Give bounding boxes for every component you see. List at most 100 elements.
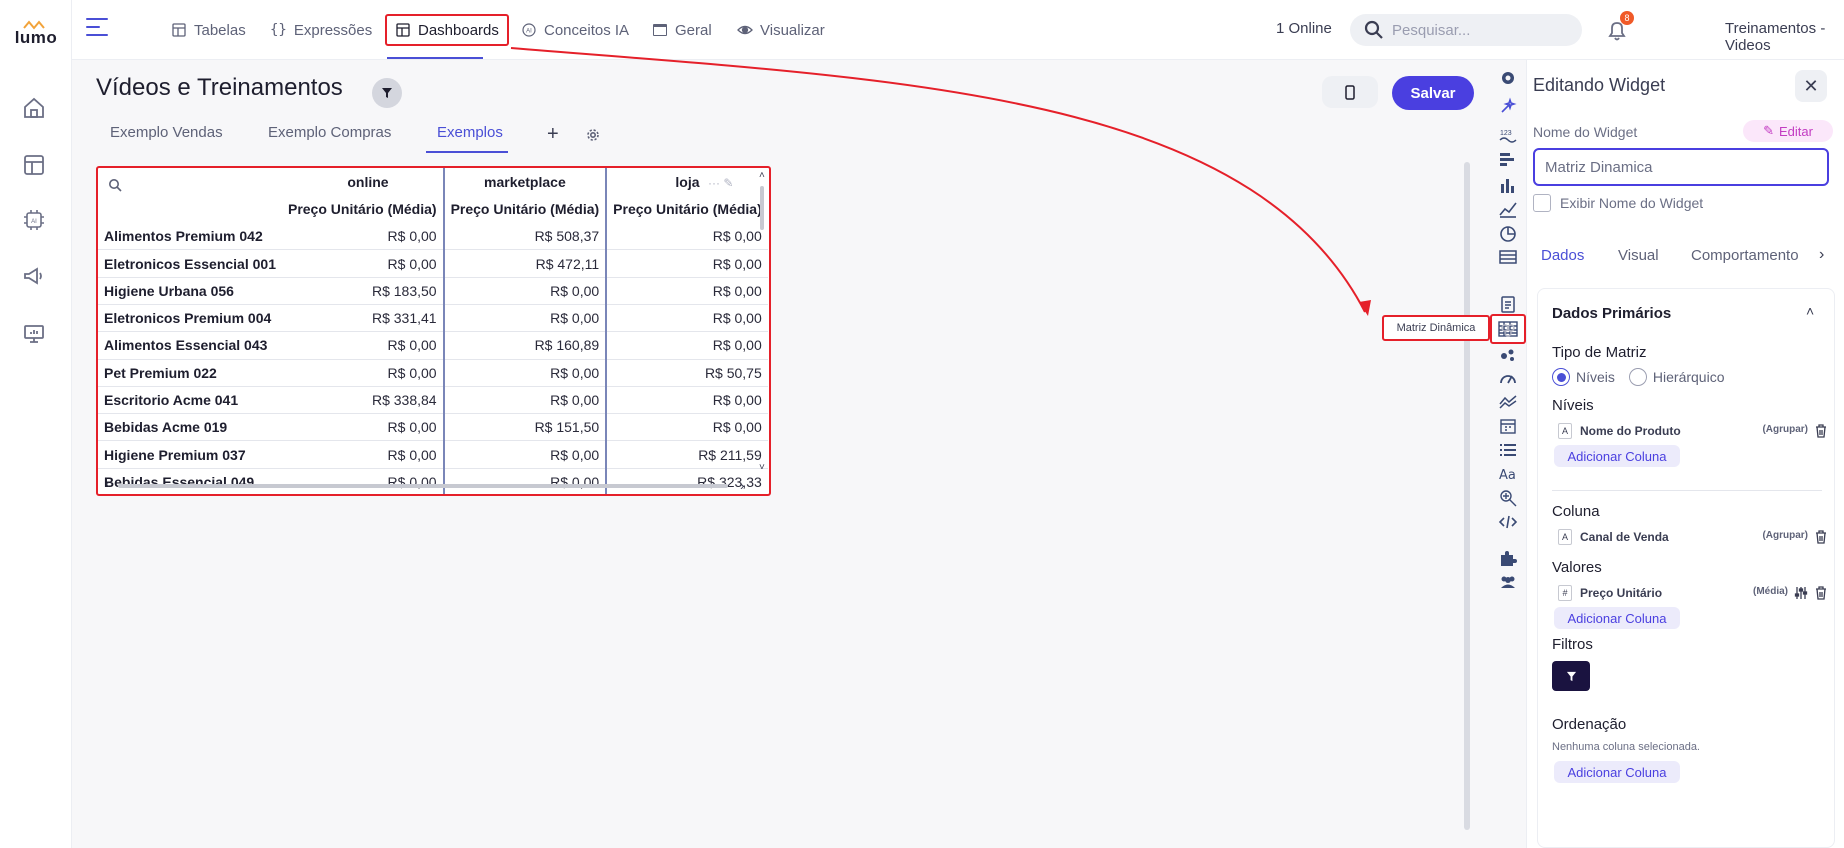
trash-icon[interactable] <box>1814 586 1828 600</box>
tab-dados[interactable]: Dados <box>1541 247 1584 264</box>
ai-chip-icon[interactable]: AI <box>22 208 46 232</box>
map-icon[interactable] <box>1498 488 1518 508</box>
measure-header[interactable]: Preço Unitário (Média) <box>282 195 444 222</box>
scroll-down-icon[interactable]: ˅ <box>759 462 765 473</box>
edit-name-button[interactable]: ✎ Editar <box>1743 120 1833 142</box>
close-icon[interactable]: ✕ <box>1795 70 1827 102</box>
level-field-row[interactable]: A Nome do Produto (Agrupar) <box>1558 423 1828 441</box>
field-aggregation[interactable]: (Média) <box>1753 586 1788 597</box>
search-box[interactable] <box>1350 14 1582 46</box>
save-button[interactable]: Salvar <box>1392 76 1474 110</box>
gear-icon[interactable] <box>586 128 600 142</box>
presentation-icon[interactable] <box>22 322 46 346</box>
add-filter-button[interactable] <box>1552 661 1590 691</box>
code-icon[interactable] <box>1498 512 1518 532</box>
people-cluster-icon[interactable] <box>1498 319 1518 339</box>
show-name-checkbox[interactable] <box>1533 194 1551 212</box>
horizontal-scroll-thumb[interactable] <box>118 484 728 488</box>
chevron-up-icon[interactable]: ˄ <box>1806 303 1814 319</box>
gauge-icon[interactable] <box>1498 368 1518 388</box>
column-group-header[interactable]: online <box>282 168 444 195</box>
filter-icon <box>1566 671 1576 681</box>
sliders-icon[interactable] <box>1794 586 1808 600</box>
add-value-column-button[interactable]: Adicionar Coluna <box>1554 607 1680 629</box>
trash-icon[interactable] <box>1814 424 1828 438</box>
column-group-header[interactable]: loja <box>605 168 768 196</box>
nav-expressoes[interactable]: {} Expressões <box>262 14 380 46</box>
levels-label: Níveis <box>1552 397 1594 414</box>
scroll-right-icon[interactable]: › <box>740 478 744 493</box>
app-logo[interactable]: lumo <box>12 28 60 48</box>
puzzle-icon[interactable] <box>1498 548 1518 568</box>
workspace-name[interactable]: Treinamentos - Videos <box>1725 20 1844 54</box>
window-icon <box>653 24 667 36</box>
show-name-checkbox-row[interactable]: Exibir Nome do Widget <box>1533 194 1703 212</box>
tab-comportamento[interactable]: Comportamento <box>1691 247 1799 264</box>
radio-niveis[interactable] <box>1552 368 1570 386</box>
column-field-row[interactable]: A Canal de Venda (Agrupar) <box>1558 529 1828 547</box>
bar-horizontal-icon[interactable] <box>1498 150 1518 170</box>
filter-icon <box>382 88 392 98</box>
vertical-scroll-thumb[interactable] <box>760 186 764 230</box>
nav-geral[interactable]: Geral <box>644 14 720 46</box>
value-cell: R$ 0,00 <box>442 277 607 305</box>
megaphone-icon[interactable] <box>22 264 46 288</box>
scroll-up-icon[interactable]: ˄ <box>759 170 765 181</box>
field-aggregation[interactable]: (Agrupar) <box>1762 424 1808 435</box>
bar-chart-icon[interactable] <box>1498 175 1518 195</box>
chevron-right-icon[interactable]: › <box>1819 246 1824 264</box>
add-level-column-button[interactable]: Adicionar Coluna <box>1554 445 1680 467</box>
search-icon[interactable] <box>108 178 122 192</box>
widget-name-input[interactable] <box>1533 148 1829 186</box>
widget-actions-icon[interactable]: ··· ✎ <box>708 176 733 190</box>
measure-header[interactable]: Preço Unitário (Média) <box>442 195 607 223</box>
ai-sparkle-icon[interactable] <box>1498 96 1518 116</box>
value-cell: R$ 0,00 <box>442 440 607 469</box>
pie-chart-icon[interactable] <box>1498 224 1518 244</box>
radio-hierarquico-label[interactable]: Hierárquico <box>1653 369 1725 385</box>
svg-text:AI: AI <box>526 29 532 35</box>
dashboard-icon[interactable] <box>22 153 46 177</box>
number-widget-icon[interactable]: 123 <box>1498 126 1518 146</box>
scroll-left-icon[interactable]: ‹ <box>106 479 109 490</box>
scatter-icon[interactable] <box>1498 344 1518 364</box>
table-row: Bebidas Acme 019 R$ 0,00 R$ 151,50 R$ 0,… <box>98 413 768 442</box>
nav-tabelas[interactable]: Tabelas <box>163 14 254 46</box>
nav-conceitos-ia[interactable]: AI Conceitos IA <box>513 14 637 46</box>
value-cell: R$ 151,50 <box>442 413 607 442</box>
calendar-icon[interactable] <box>1498 416 1518 436</box>
value-field-row[interactable]: # Preço Unitário (Média) <box>1558 585 1828 603</box>
dashboard-filter-button[interactable] <box>372 78 402 108</box>
clipboard-icon[interactable] <box>1498 294 1518 314</box>
menu-toggle-icon[interactable] <box>86 18 108 38</box>
text-icon[interactable]: Aa <box>1498 464 1518 484</box>
tab-visual[interactable]: Visual <box>1618 247 1659 264</box>
home-icon[interactable] <box>22 96 46 120</box>
list-icon[interactable] <box>1498 440 1518 460</box>
column-group-header[interactable]: marketplace <box>442 168 607 196</box>
add-tab-icon[interactable]: + <box>547 124 559 144</box>
measure-header[interactable]: Preço Unitário (Média) <box>605 195 768 223</box>
pivot-matrix-widget[interactable]: online marketplace loja Preço Unitário (… <box>96 166 771 496</box>
table-widget-icon[interactable] <box>1498 247 1518 267</box>
tab-exemplo-vendas[interactable]: Exemplo Vendas <box>110 124 223 141</box>
add-ordering-column-button[interactable]: Adicionar Coluna <box>1554 761 1680 783</box>
radio-hierarquico[interactable] <box>1628 368 1647 386</box>
tab-exemplos[interactable]: Exemplos <box>437 124 503 141</box>
braces-icon: {} <box>270 22 287 38</box>
area-chart-icon[interactable] <box>1498 392 1518 412</box>
canvas-scrollbar[interactable] <box>1464 162 1470 830</box>
radio-niveis-label[interactable]: Níveis <box>1576 369 1615 385</box>
line-chart-icon[interactable] <box>1498 199 1518 219</box>
users-icon[interactable] <box>1498 572 1518 592</box>
svg-text:Aa: Aa <box>1499 468 1516 483</box>
trash-icon[interactable] <box>1814 530 1828 544</box>
row-label: Eletronicos Essencial 001 <box>98 249 282 278</box>
mobile-preview-button[interactable] <box>1322 76 1378 108</box>
settings-gear-icon[interactable] <box>1498 68 1518 88</box>
nav-dashboards[interactable]: Dashboards <box>385 14 509 46</box>
search-input[interactable] <box>1392 21 1572 39</box>
nav-visualizar[interactable]: Visualizar <box>729 14 833 46</box>
field-aggregation[interactable]: (Agrupar) <box>1762 530 1808 541</box>
tab-exemplo-compras[interactable]: Exemplo Compras <box>268 124 391 141</box>
